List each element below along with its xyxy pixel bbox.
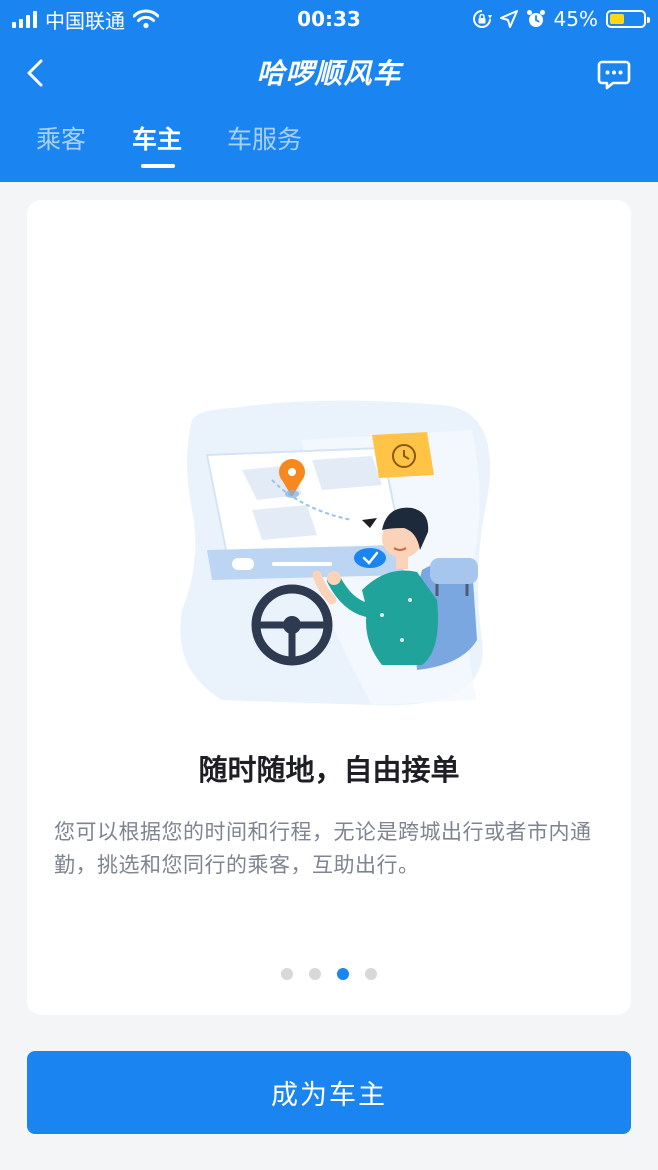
battery-level xyxy=(610,14,624,24)
pagination-dot[interactable] xyxy=(309,968,321,980)
card-description: 您可以根据您的时间和行程，无论是跨城出行或者市内通勤，挑选和您同行的乘客，互助出… xyxy=(54,820,592,877)
onboarding-card[interactable]: 随时随地，自由接单 您可以根据您的时间和行程，无论是跨城出行或者市内通勤，挑选和… xyxy=(27,200,631,1015)
active-tab-indicator xyxy=(141,164,175,168)
tab-bar: 乘客 车主 车服务 xyxy=(0,118,658,182)
tab-car-service[interactable]: 车服务 xyxy=(227,122,302,158)
status-bar: 中国联通 00:33 45% xyxy=(0,0,658,38)
tab-driver[interactable]: 车主 xyxy=(132,122,182,158)
message-icon[interactable] xyxy=(596,56,632,92)
page-title: 哈啰顺风车 xyxy=(256,57,402,90)
pagination-dot[interactable] xyxy=(281,968,293,980)
battery-percent: 45% xyxy=(553,7,598,31)
battery-icon xyxy=(606,10,650,28)
app-header: 中国联通 00:33 45% 哈啰顺风车 乘客 车主 车服务 xyxy=(0,0,658,182)
lock-rotation-icon xyxy=(472,10,492,28)
driver-illustration xyxy=(180,400,491,706)
status-right: 45% xyxy=(472,6,650,32)
card-title: 随时随地，自由接单 xyxy=(198,753,460,787)
tab-passenger[interactable]: 乘客 xyxy=(36,122,86,158)
pagination-dot-active[interactable] xyxy=(337,968,349,980)
become-driver-button[interactable]: 成为车主 xyxy=(27,1051,631,1134)
pagination-dots[interactable] xyxy=(27,968,631,980)
alarm-icon xyxy=(526,10,545,27)
location-arrow-icon xyxy=(499,10,518,28)
pagination-dot[interactable] xyxy=(365,968,377,980)
